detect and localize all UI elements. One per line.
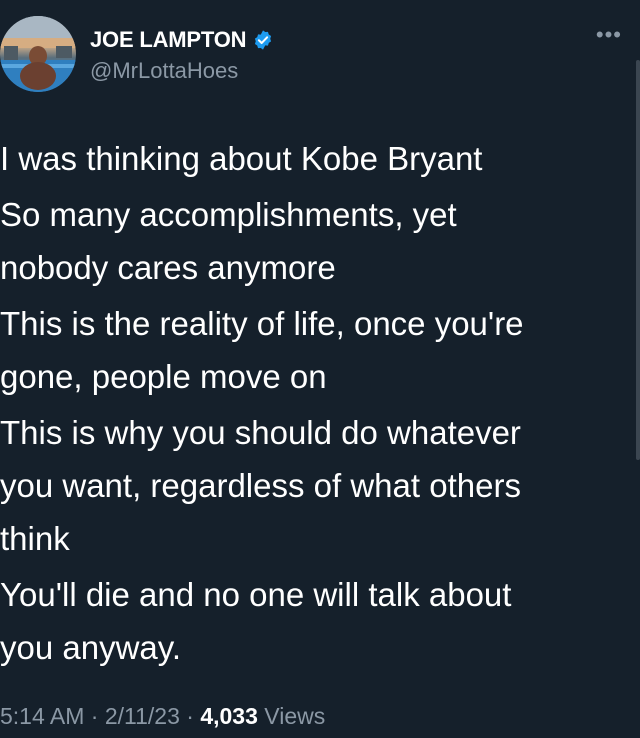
tweet-meta: 5:14 AM · 2/11/23 · 4,033 Views bbox=[0, 703, 325, 730]
more-options-icon[interactable]: ••• bbox=[596, 24, 622, 46]
tweet-line: think bbox=[0, 520, 70, 557]
tweet-text: I was thinking about Kobe Bryant So many… bbox=[0, 132, 620, 674]
tweet-line: You'll die and no one will talk about bbox=[0, 576, 512, 613]
tweet-line: you anyway. bbox=[0, 629, 181, 666]
tweet-line: I was thinking about Kobe Bryant bbox=[0, 140, 483, 177]
scrollbar[interactable] bbox=[636, 60, 640, 460]
tweet-line: This is why you should do whatever bbox=[0, 414, 521, 451]
user-info: JOE LAMPTON @MrLottaHoes bbox=[90, 26, 274, 84]
views-label: Views bbox=[257, 703, 326, 729]
tweet: JOE LAMPTON @MrLottaHoes ••• I was think… bbox=[0, 0, 640, 738]
meta-separator: · bbox=[84, 703, 105, 729]
tweet-time[interactable]: 5:14 AM bbox=[0, 703, 84, 729]
tweet-line: nobody cares anymore bbox=[0, 249, 336, 286]
tweet-line: gone, people move on bbox=[0, 358, 327, 395]
meta-separator: · bbox=[179, 703, 201, 729]
name-row: JOE LAMPTON bbox=[90, 26, 274, 54]
verified-badge-icon bbox=[252, 29, 274, 51]
display-name[interactable]: JOE LAMPTON bbox=[90, 27, 247, 53]
user-handle[interactable]: @MrLottaHoes bbox=[90, 58, 274, 84]
views-count: 4,033 bbox=[200, 703, 258, 729]
tweet-date[interactable]: 2/11/23 bbox=[105, 703, 180, 729]
tweet-header: JOE LAMPTON @MrLottaHoes ••• bbox=[0, 14, 640, 94]
tweet-line: So many accomplishments, yet bbox=[0, 196, 457, 233]
avatar[interactable] bbox=[0, 16, 76, 92]
tweet-line: you want, regardless of what others bbox=[0, 467, 521, 504]
tweet-line: This is the reality of life, once you're bbox=[0, 305, 524, 342]
avatar-image bbox=[0, 16, 76, 92]
